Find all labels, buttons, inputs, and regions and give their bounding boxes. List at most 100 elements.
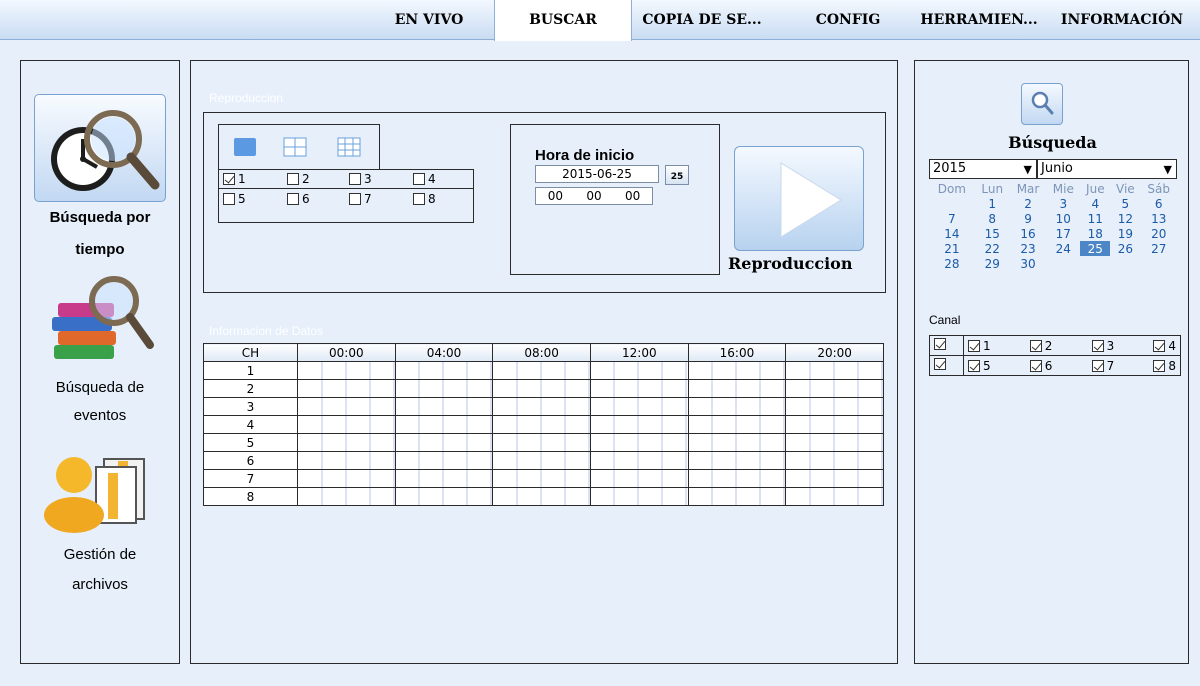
tab-buscar[interactable]: BUSCAR xyxy=(494,0,632,41)
second-value[interactable]: 00 xyxy=(625,188,640,204)
timeline-cell[interactable] xyxy=(492,415,591,434)
checkbox[interactable] xyxy=(413,193,425,205)
calendar-day[interactable]: 5 xyxy=(1110,196,1140,211)
timeline-cell[interactable] xyxy=(394,451,494,470)
timeline-cell[interactable] xyxy=(785,361,884,380)
event-search-button[interactable] xyxy=(34,271,166,379)
search-channel-8[interactable]: 8 xyxy=(1153,359,1176,373)
calendar-day[interactable]: 9 xyxy=(1010,211,1047,226)
calendar-day[interactable]: 23 xyxy=(1010,241,1047,256)
timeline-cell[interactable] xyxy=(394,487,494,506)
calendar-day[interactable]: 1 xyxy=(975,196,1010,211)
checkbox[interactable] xyxy=(1091,359,1104,372)
calendar-day[interactable]: 29 xyxy=(975,256,1010,271)
tab-en-vivo[interactable]: EN VIVO xyxy=(376,0,482,40)
calendar-day[interactable]: 22 xyxy=(975,241,1010,256)
calendar-day[interactable]: 6 xyxy=(1140,196,1177,211)
calendar-day[interactable]: 21 xyxy=(929,241,975,256)
year-select[interactable]: 2015 ▼ xyxy=(929,159,1037,179)
checkbox[interactable] xyxy=(349,193,361,205)
timeline-cell[interactable] xyxy=(589,397,689,416)
timeline-cell[interactable] xyxy=(394,433,494,452)
playback-channel-1[interactable]: 1 xyxy=(223,170,246,188)
select-all-checkbox[interactable] xyxy=(934,358,946,370)
timeline-cell[interactable] xyxy=(687,487,787,506)
timeline-cell[interactable] xyxy=(492,487,591,506)
checkbox[interactable] xyxy=(968,359,980,372)
search-channel-6[interactable]: 6 xyxy=(1029,359,1052,373)
timeline-cell[interactable] xyxy=(492,433,591,452)
timeline-cell[interactable] xyxy=(492,361,591,380)
timeline-cell[interactable] xyxy=(394,397,494,416)
timeline-cell[interactable] xyxy=(589,361,689,380)
hour-value[interactable]: 00 xyxy=(548,188,563,204)
checkbox[interactable] xyxy=(1029,359,1042,372)
timeline-cell[interactable] xyxy=(297,433,396,452)
timeline-cell[interactable] xyxy=(297,397,396,416)
checkbox[interactable] xyxy=(1029,339,1042,352)
calendar-day[interactable]: 8 xyxy=(975,211,1010,226)
checkbox[interactable] xyxy=(1091,339,1104,352)
search-channel-5[interactable]: 5 xyxy=(968,359,991,373)
timeline-cell[interactable] xyxy=(687,379,787,398)
layout-9-button[interactable] xyxy=(335,135,363,159)
calendar-day[interactable]: 12 xyxy=(1110,211,1140,226)
calendar-day[interactable]: 24 xyxy=(1046,241,1080,256)
calendar-day[interactable]: 4 xyxy=(1080,196,1110,211)
minute-value[interactable]: 00 xyxy=(586,188,601,204)
timeline-cell[interactable] xyxy=(687,361,787,380)
timeline-cell[interactable] xyxy=(297,487,396,506)
layout-4-button[interactable] xyxy=(281,135,309,159)
timeline-cell[interactable] xyxy=(492,379,591,398)
month-select[interactable]: Junio ▼ xyxy=(1037,159,1177,179)
timeline-cell[interactable] xyxy=(297,415,396,434)
calendar-day[interactable]: 27 xyxy=(1140,241,1177,256)
checkbox[interactable] xyxy=(413,173,425,185)
layout-1-button[interactable] xyxy=(231,135,259,159)
checkbox[interactable] xyxy=(287,193,299,205)
timeline-cell[interactable] xyxy=(785,487,884,506)
timeline-cell[interactable] xyxy=(394,415,494,434)
playback-channel-8[interactable]: 8 xyxy=(413,190,436,208)
calendar-day[interactable]: 13 xyxy=(1140,211,1177,226)
search-channel-3[interactable]: 3 xyxy=(1091,339,1114,353)
tab-copia-de-seguridad[interactable]: COPIA DE SE... xyxy=(634,0,770,40)
timeline-cell[interactable] xyxy=(687,433,787,452)
calendar-day[interactable]: 28 xyxy=(929,256,975,271)
calendar-day[interactable]: 2 xyxy=(1010,196,1047,211)
calendar-button[interactable]: 25 xyxy=(665,165,689,185)
search-channel-7[interactable]: 7 xyxy=(1091,359,1114,373)
checkbox[interactable] xyxy=(1153,359,1166,372)
timeline-cell[interactable] xyxy=(687,397,787,416)
playback-channel-2[interactable]: 2 xyxy=(287,170,310,188)
checkbox[interactable] xyxy=(287,173,299,185)
calendar-day[interactable]: 18 xyxy=(1080,226,1110,241)
search-channel-4[interactable]: 4 xyxy=(1153,339,1176,353)
playback-channel-7[interactable]: 7 xyxy=(349,190,372,208)
timeline-cell[interactable] xyxy=(589,451,689,470)
timeline-cell[interactable] xyxy=(785,397,884,416)
playback-channel-5[interactable]: 5 xyxy=(223,190,246,208)
timeline-cell[interactable] xyxy=(492,397,591,416)
calendar-day[interactable]: 7 xyxy=(929,211,975,226)
calendar-day[interactable]: 10 xyxy=(1046,211,1080,226)
calendar-day[interactable]: 15 xyxy=(975,226,1010,241)
timeline-cell[interactable] xyxy=(297,379,396,398)
playback-channel-3[interactable]: 3 xyxy=(349,170,372,188)
calendar-day[interactable]: 26 xyxy=(1110,241,1140,256)
play-button[interactable] xyxy=(734,146,864,251)
timeline-cell[interactable] xyxy=(589,379,689,398)
timeline-cell[interactable] xyxy=(297,361,396,380)
timeline-cell[interactable] xyxy=(589,469,689,488)
calendar-day[interactable]: 30 xyxy=(1010,256,1047,271)
checkbox[interactable] xyxy=(349,173,361,185)
calendar-day[interactable]: 16 xyxy=(1010,226,1047,241)
checkbox[interactable] xyxy=(1153,339,1166,352)
timeline-cell[interactable] xyxy=(492,451,591,470)
search-channel-2[interactable]: 2 xyxy=(1029,339,1052,353)
select-all-checkbox[interactable] xyxy=(934,338,946,350)
file-management-button[interactable] xyxy=(34,439,166,547)
checkbox[interactable] xyxy=(968,339,980,352)
tab-informacion[interactable]: INFORMACIÓN xyxy=(1044,0,1200,40)
timeline-cell[interactable] xyxy=(687,415,787,434)
